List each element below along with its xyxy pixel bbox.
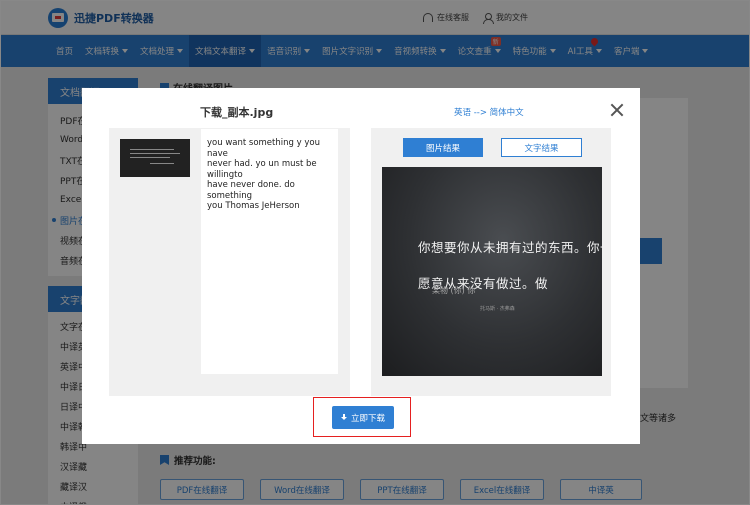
language-pair: 英语 --> 简体中文 (454, 108, 524, 118)
close-icon[interactable] (609, 102, 625, 118)
result-ghost-text: 某物 (你) 你 (432, 286, 476, 295)
modal-filename: 下载_副本.jpg (200, 106, 274, 119)
result-signature: 托马斯 · 杰弗森 (480, 306, 515, 312)
ocr-text: you want something y you nave never had.… (207, 138, 320, 211)
result-pane: 图片结果 文字结果 你想要你从未拥有过的东西。你一定 愿意从来没有做过。做 某物… (371, 128, 611, 396)
source-pane: you want something y you nave never had.… (109, 128, 423, 396)
download-highlight: 立即下载 (313, 397, 411, 437)
ocr-text-panel: you want something y you nave never had.… (201, 129, 423, 374)
download-now-button[interactable]: 立即下载 (332, 406, 394, 429)
tab-text-result[interactable]: 文字结果 (501, 138, 582, 157)
translated-image: 你想要你从未拥有过的东西。你一定 愿意从来没有做过。做 某物 (你) 你 托马斯… (382, 167, 602, 376)
translation-result-modal: 下载_副本.jpg 英语 --> 简体中文 you want something… (82, 88, 640, 444)
tab-image-result[interactable]: 图片结果 (403, 138, 483, 157)
result-line-1: 你想要你从未拥有过的东西。你一定 (418, 240, 602, 255)
download-label: 立即下载 (350, 413, 385, 424)
download-icon (341, 414, 348, 421)
source-thumbnail[interactable] (120, 139, 190, 177)
